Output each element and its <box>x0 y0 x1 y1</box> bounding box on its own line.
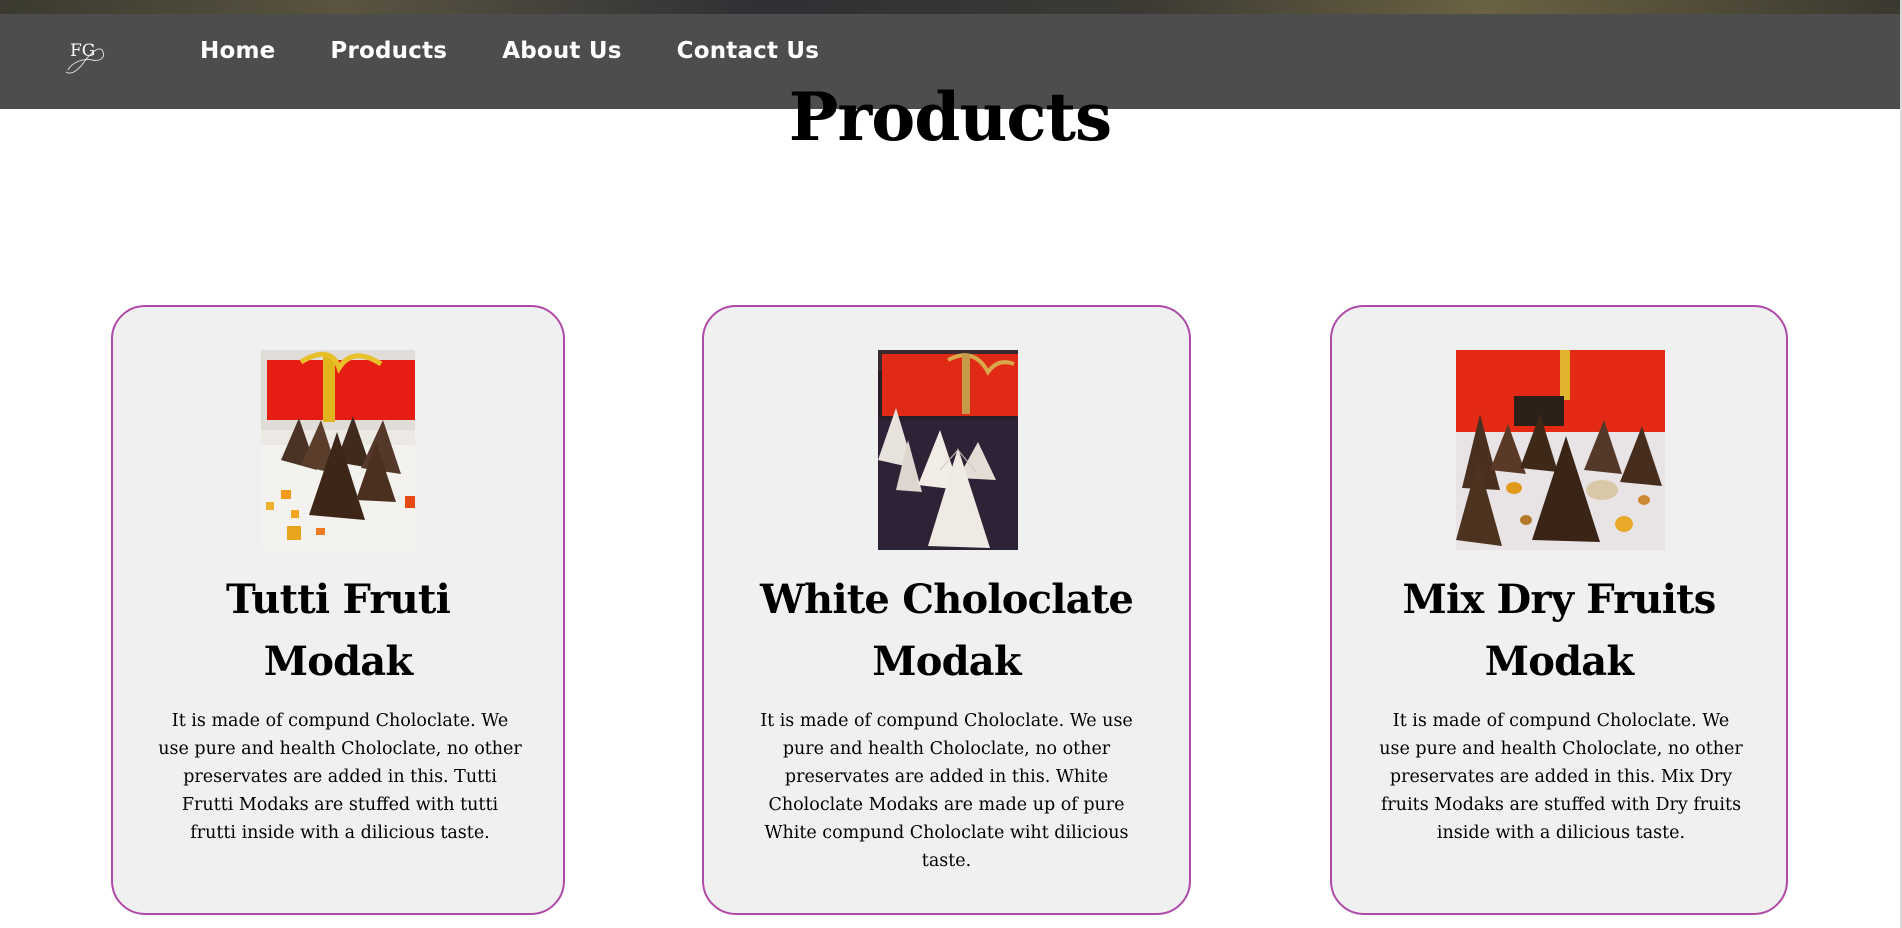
white-chocolate-modak-image <box>878 350 1018 550</box>
main-nav: Home Products About Us Contact Us <box>200 38 819 64</box>
product-card-mix-dry-fruits[interactable]: Mix Dry Fruits Modak It is made of compu… <box>1330 305 1788 915</box>
logo-text: FG <box>70 41 95 61</box>
mix-dry-fruits-modak-image <box>1456 350 1665 550</box>
products-heading: Products <box>788 78 1112 156</box>
product-title: White Choloclate Modak <box>759 576 1134 685</box>
page: FG Home Products About Us Contact Us Pro… <box>0 0 1902 928</box>
nav-home[interactable]: Home <box>200 38 275 64</box>
product-description: It is made of compund Choloclate. We use… <box>760 711 1133 871</box>
nav-contact-us[interactable]: Contact Us <box>677 38 820 64</box>
nav-products[interactable]: Products <box>330 38 447 64</box>
product-card-white-chocolate[interactable]: White Choloclate Modak It is made of com… <box>702 305 1191 915</box>
nav-about-us[interactable]: About Us <box>502 38 621 64</box>
fg-monogram-logo[interactable]: FG <box>62 32 112 82</box>
product-description: It is made of compund Choloclate. We use… <box>1379 711 1743 843</box>
hero-background-strip <box>0 0 1902 14</box>
product-title: Mix Dry Fruits Modak <box>1402 576 1716 685</box>
product-title: Tutti Fruti Modak <box>226 576 451 685</box>
product-description: It is made of compund Choloclate. We use… <box>158 711 522 843</box>
product-card-tutti-fruti[interactable]: Tutti Fruti Modak It is made of compund … <box>111 305 565 915</box>
tutti-fruti-modak-image <box>261 350 415 550</box>
